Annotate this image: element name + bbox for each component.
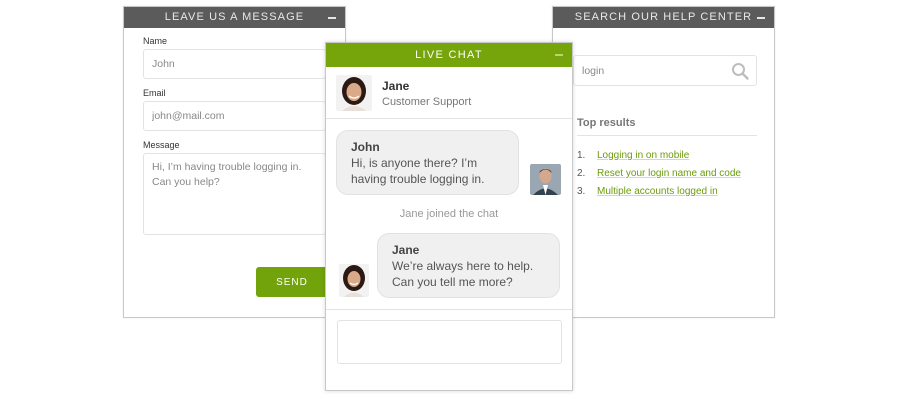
send-button[interactable]: SEND	[256, 267, 328, 297]
search-icon[interactable]	[731, 62, 749, 80]
result-number: 1.	[577, 150, 586, 161]
search-box	[573, 55, 757, 86]
live-chat-panel: LIVE CHAT Jane Customer Support John Hi,…	[325, 42, 573, 391]
avatar	[336, 75, 372, 111]
agent-info: Jane Customer Support	[326, 67, 572, 119]
message-text: We’re always here to help. Can you tell …	[392, 259, 534, 289]
divider	[326, 309, 572, 310]
result-number: 2.	[577, 168, 586, 179]
live-chat-header: LIVE CHAT	[326, 43, 572, 67]
message-sender: Jane	[392, 243, 420, 257]
name-label: Name	[143, 36, 168, 46]
minimize-icon[interactable]	[325, 7, 339, 28]
help-center-panel: SEARCH OUR HELP CENTER Top results 1. Lo…	[552, 6, 775, 318]
name-field[interactable]	[143, 49, 326, 79]
avatar	[339, 264, 369, 297]
help-center-header: SEARCH OUR HELP CENTER	[553, 7, 774, 28]
search-input[interactable]	[574, 56, 724, 85]
message-sender: John	[351, 140, 380, 154]
chat-input[interactable]	[337, 320, 562, 364]
list-item: 1. Logging in on mobile	[577, 147, 741, 165]
list-item: 2. Reset your login name and code	[577, 165, 741, 183]
result-number: 3.	[577, 186, 586, 197]
result-link[interactable]: Logging in on mobile	[597, 147, 689, 165]
results-list: 1. Logging in on mobile 2. Reset your lo…	[577, 147, 741, 201]
email-field[interactable]	[143, 101, 326, 131]
minimize-icon[interactable]	[552, 43, 566, 67]
list-item: 3. Multiple accounts logged in	[577, 183, 741, 201]
leave-message-header: LEAVE US A MESSAGE	[124, 7, 345, 28]
live-chat-title: LIVE CHAT	[415, 49, 483, 61]
result-link[interactable]: Reset your login name and code	[597, 165, 741, 183]
result-link[interactable]: Multiple accounts logged in	[597, 183, 718, 201]
message-label: Message	[143, 140, 180, 150]
email-label: Email	[143, 88, 166, 98]
help-center-title: SEARCH OUR HELP CENTER	[574, 11, 753, 23]
chat-message: John Hi, is anyone there? I’m having tro…	[336, 130, 519, 195]
agent-role: Customer Support	[382, 96, 472, 108]
message-text: Hi, is anyone there? I’m having trouble …	[351, 156, 485, 186]
message-form: Name Email Message Hi, I’m having troubl…	[124, 28, 345, 235]
message-field[interactable]: Hi, I’m having trouble logging in. Can y…	[143, 153, 326, 235]
agent-name: Jane	[382, 79, 410, 93]
system-message: Jane joined the chat	[399, 208, 499, 220]
minimize-icon[interactable]	[754, 7, 768, 28]
avatar	[530, 164, 561, 195]
leave-message-panel: LEAVE US A MESSAGE Name Email Message Hi…	[123, 6, 346, 318]
leave-message-title: LEAVE US A MESSAGE	[164, 11, 305, 23]
chat-message: Jane We’re always here to help. Can you …	[377, 233, 560, 298]
results-heading: Top results	[577, 117, 757, 136]
